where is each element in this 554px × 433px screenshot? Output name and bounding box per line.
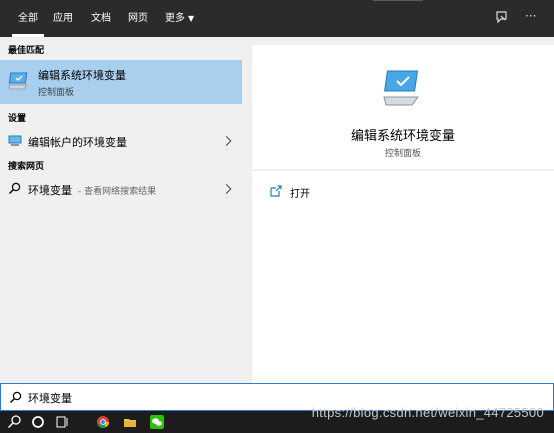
feedback-icon[interactable] [495,10,509,27]
file-explorer-icon[interactable] [122,414,138,430]
system-properties-icon [8,71,30,94]
settings-monitor-icon [8,135,22,150]
chevron-right-icon[interactable] [221,136,232,146]
preview-card: 编辑系统环境变量 控制面板 [252,45,554,169]
tab-documents[interactable]: 文档 [91,0,111,37]
tab-web[interactable]: 网页 [128,0,148,37]
task-view-icon[interactable] [54,414,70,430]
open-icon [270,185,282,200]
search-icon [8,182,21,198]
tab-label: 文档 [91,13,111,24]
chevron-right-icon[interactable] [221,184,232,194]
watermark-text: https://blog.csdn.net/weixin_44725500 [311,405,544,420]
best-match-item[interactable]: 编辑系统环境变量 控制面板 [0,60,242,104]
tab-label: 更多 [165,13,185,24]
chrome-icon[interactable] [95,414,111,430]
settings-heading: 设置 [8,114,27,124]
search-web-heading: 搜索网页 [8,162,45,172]
best-match-subtitle: 控制面板 [38,88,75,98]
web-search-hint: - 查看网络搜索结果 [78,187,157,197]
search-icon [9,391,22,407]
settings-item-title: 编辑帐户的环境变量 [28,136,127,149]
search-input[interactable]: 环境变量 [28,390,72,406]
best-match-heading: 最佳匹配 [8,46,45,56]
search-icon[interactable] [6,414,22,430]
tab-apps[interactable]: 应用 [53,0,73,37]
settings-item[interactable]: 编辑帐户的环境变量 [0,129,242,153]
tab-more[interactable]: 更多 ▼ [165,0,194,37]
cortana-icon[interactable] [30,414,46,430]
preview-title: 编辑系统环境变量 [350,129,455,144]
open-action[interactable]: 打开 [270,185,310,200]
tab-all[interactable]: 全部 [12,0,44,37]
actions-card: 打开 [252,171,554,383]
results-pane: 最佳匹配 编辑系统环境变量 控制面板 设置 编辑帐户的环境变量 搜索网页 环境变… [0,37,242,383]
open-label: 打开 [290,189,310,200]
more-options-icon[interactable]: ··· [525,9,536,23]
tab-label: 网页 [128,13,148,24]
preview-pane: 编辑系统环境变量 控制面板 打开 [242,37,554,383]
best-match-title: 编辑系统环境变量 [38,69,126,82]
tab-label: 应用 [53,13,73,24]
tab-label: 全部 [18,13,38,24]
system-properties-large-icon [380,67,426,112]
web-search-title: 环境变量 [28,184,72,197]
divider [373,0,423,1]
chevron-down-icon: ▼ [188,14,195,23]
top-bar: 全部 应用 文档 网页 更多 ▼ ··· [0,0,554,37]
wechat-icon[interactable] [149,414,165,430]
preview-subtitle: 控制面板 [384,149,421,159]
web-search-item[interactable]: 环境变量 - 查看网络搜索结果 [0,177,242,201]
